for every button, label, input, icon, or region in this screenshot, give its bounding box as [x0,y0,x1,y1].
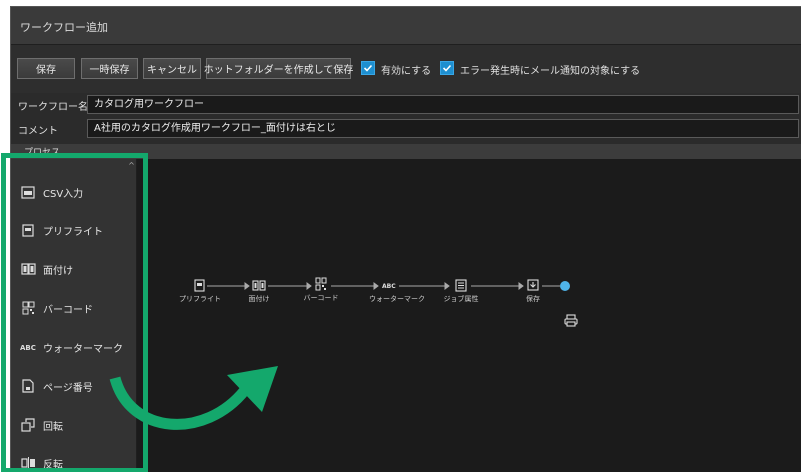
comment-input[interactable]: A社用のカタログ作成用ワークフロー_面付けは右とじ [87,119,799,138]
flow-end-connector[interactable] [560,281,570,291]
notify-label: エラー発生時にメール通知の対象にする [460,66,641,77]
palette-item-csv[interactable]: CSV入力 [11,178,137,206]
barcode-icon [314,277,328,291]
flow-node-label: ジョブ属性 [443,295,479,303]
preflight-icon [20,222,36,238]
window-title: ワークフロー追加 [20,21,108,34]
enable-label: 有効にする [381,66,432,77]
rotate-icon [20,417,36,433]
toolbar: 保存 一時保存 キャンセル ホットフォルダーを作成して保存 有効にする エラー発… [11,45,801,93]
flow-node-label: ウォーターマーク [369,295,425,303]
enable-checkbox[interactable] [361,61,375,75]
comment-label: コメント [18,126,58,137]
flow-node-barcode[interactable]: バーコード [301,277,341,303]
notify-checkbox[interactable] [440,61,454,75]
flow-connectors [207,282,560,290]
title-bar: ワークフロー追加 [11,7,801,45]
palette-item-flip[interactable]: 反転 [11,449,137,472]
process-header: プロセス [11,144,801,159]
checkmark-icon [363,64,373,72]
workflow-name-input[interactable]: カタログ用ワークフロー [87,95,799,114]
palette-item-label: ページ番号 [43,382,93,394]
temp-save-button[interactable]: 一時保存 [81,58,138,79]
process-header-label: プロセス [24,148,61,158]
palette-item-label: 面付け [43,265,73,277]
watermark-icon: ABC [382,278,396,292]
palette-item-barcode[interactable]: バーコード [11,294,137,322]
flow-node-job-attribute[interactable]: ジョブ属性 [441,278,481,304]
save-icon [526,278,540,292]
page-number-icon [20,378,36,394]
workflow-canvas[interactable]: プリフライト 面付け バーコード ABC ウォーターマーク ジョブ属性 保存 [137,159,801,472]
workflow-name-row: ワークフロー名 カタログ用ワークフロー [11,93,801,117]
palette-item-label: CSV入力 [43,188,84,200]
printer-icon[interactable] [564,314,578,330]
flow-node-watermark[interactable]: ABC ウォーターマーク [369,278,425,304]
flow-node-label: 面付け [248,295,270,303]
workflow-name-label: ワークフロー名 [18,102,88,113]
flow-node-preflight[interactable]: プリフライト [179,278,221,304]
flip-icon [20,455,36,471]
palette-item-label: バーコード [43,304,93,316]
palette-item-label: 反転 [43,459,63,471]
svg-text:ABC: ABC [20,344,36,351]
save-button[interactable]: 保存 [17,58,75,79]
barcode-icon [20,300,36,316]
watermark-icon: ABC [20,339,36,355]
job-attribute-icon [454,278,468,292]
preflight-icon [192,278,206,292]
palette-item-label: プリフライト [43,226,103,238]
palette-item-watermark[interactable]: ABC ウォーターマーク [11,333,137,361]
flow-node-save[interactable]: 保存 [513,278,553,304]
palette-item-rotate[interactable]: 回転 [11,411,137,439]
flow-node-imposition[interactable]: 面付け [239,278,279,304]
cancel-button[interactable]: キャンセル [143,58,201,79]
palette-item-page-number[interactable]: ページ番号 [11,372,137,400]
flow-node-label: バーコード [303,294,339,302]
palette-item-preflight[interactable]: プリフライト [11,216,137,244]
palette-item-imposition[interactable]: 面付け [11,255,137,283]
svg-text:ABC: ABC [382,283,396,289]
process-palette: ^ CSV入力 プリフライト 面付け バーコード ABC ウォーターマーク ペー… [11,159,137,472]
scroll-up-icon[interactable]: ^ [127,162,136,170]
imposition-icon [252,278,266,292]
flow-node-label: 保存 [526,295,540,303]
imposition-icon [20,261,36,277]
palette-item-label: ウォーターマーク [43,343,123,355]
csv-icon [20,184,36,200]
flow-node-label: プリフライト [179,295,221,303]
palette-item-label: 回転 [43,421,63,433]
hotfolder-save-button[interactable]: ホットフォルダーを作成して保存 [204,58,353,79]
checkmark-icon [442,64,452,72]
comment-row: コメント A社用のカタログ作成用ワークフロー_面付けは右とじ [11,117,801,141]
workflow-add-window: ワークフロー追加 保存 一時保存 キャンセル ホットフォルダーを作成して保存 有… [10,6,801,472]
